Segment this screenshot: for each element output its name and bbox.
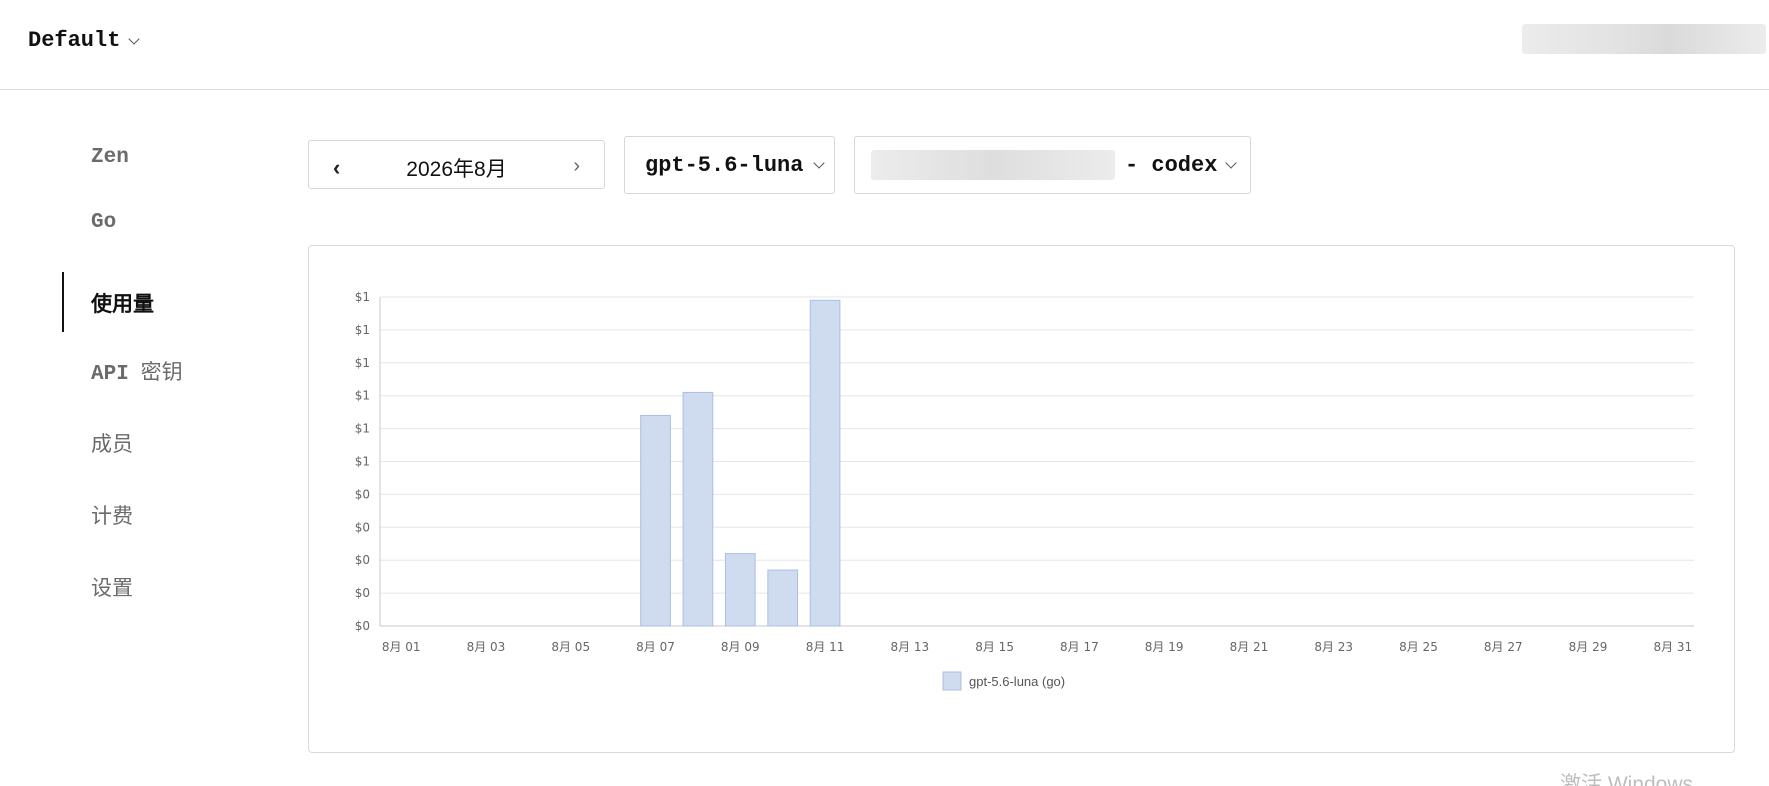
sidebar-item-go[interactable]: Go: [91, 211, 116, 234]
y-tick-label: $1: [355, 323, 370, 337]
active-indicator: [62, 272, 64, 332]
x-tick-label: 8月 25: [1399, 640, 1438, 654]
y-tick-label: $1: [355, 455, 370, 469]
usage-chart: $0 $0 $0 $0 $0 $1 $1 $1 $1 $1 $1 8月 01 8月 03 8月 05 8月 …: [355, 290, 1694, 691]
y-tick-label: $0: [355, 619, 370, 633]
bar-8月-09: [724, 553, 756, 627]
x-tick-label: 8月 19: [1145, 640, 1184, 654]
api-key-blurred: [871, 150, 1115, 180]
api-key-select[interactable]: - codex: [854, 136, 1251, 194]
x-tick-label: 8月 23: [1314, 640, 1353, 654]
usage-chart-card: $0 $0 $0 $0 $0 $1 $1 $1 $1 $1 $1 8月 01 8月 03 8月 05 8月 …: [308, 245, 1735, 753]
y-tick-label: $1: [355, 290, 370, 304]
x-tick-label: 8月 09: [721, 640, 760, 654]
x-tick-label: 8月 13: [890, 640, 929, 654]
chevron-down-icon: [1225, 157, 1238, 169]
x-tick-label: 8月 11: [806, 640, 845, 654]
x-tick-label: 8月 15: [975, 640, 1014, 654]
sidebar-item-billing[interactable]: 计费: [91, 500, 133, 530]
y-tick-label: $1: [355, 356, 370, 370]
workspace-label: Default: [28, 28, 121, 53]
sidebar-item-label: 使用量: [91, 293, 154, 316]
x-tick-label: 8月 07: [636, 640, 675, 654]
y-tick-label: $0: [355, 487, 370, 501]
sidebar-item-label: API: [91, 363, 129, 386]
chevron-down-icon: [813, 157, 826, 169]
account-blurred[interactable]: [1522, 24, 1766, 54]
chevron-down-icon: [128, 32, 141, 45]
y-tick-label: $0: [355, 553, 370, 567]
sidebar-item-label: Go: [91, 211, 117, 234]
sidebar-item-api-keys[interactable]: API 密钥: [91, 356, 183, 386]
model-value: gpt-5.6-luna: [645, 152, 804, 178]
y-tick-label: $0: [355, 586, 370, 600]
bar-8月-08: [682, 391, 714, 627]
legend-swatch: [942, 671, 962, 691]
y-tick-label: $1: [355, 422, 370, 436]
month-value: 2026年8月: [406, 158, 507, 181]
x-tick-label: 8月 17: [1060, 640, 1099, 654]
chevron-right-icon[interactable]: ›: [573, 155, 580, 178]
bar-8月-07: [640, 414, 671, 627]
activation-watermark: 激活 Windows: [1560, 773, 1694, 786]
month-picker: ‹ 2026年8月 ›: [308, 140, 605, 189]
x-tick-label: 8月 03: [467, 640, 506, 654]
sidebar-item-settings[interactable]: 设置: [91, 572, 133, 602]
sidebar-item-label: Zen: [91, 146, 129, 169]
bar-8月-10: [767, 569, 799, 627]
x-tick-label: 8月 21: [1230, 640, 1269, 654]
y-tick-label: $1: [355, 389, 370, 403]
model-select[interactable]: gpt-5.6-luna: [624, 136, 835, 194]
sidebar-item-label: 计费: [91, 505, 133, 528]
top-bar: Default: [0, 0, 1769, 90]
sidebar-item-label: 成员: [91, 433, 133, 456]
sidebar-item-zen[interactable]: Zen: [91, 146, 129, 169]
workspace-selector[interactable]: Default: [28, 28, 141, 53]
x-tick-label: 8月 01: [382, 640, 421, 654]
legend-label: gpt-5.6-luna (go): [969, 674, 1065, 689]
x-tick-label: 8月 27: [1484, 640, 1523, 654]
x-tick-label: 8月 05: [551, 640, 590, 654]
x-tick-label: 8月 29: [1569, 640, 1608, 654]
sidebar-item-usage[interactable]: 使用量: [91, 288, 154, 318]
y-tick-label: $0: [355, 520, 370, 534]
sidebar-item-label-suffix: 密钥: [140, 361, 183, 384]
x-tick-label: 8月 31: [1653, 640, 1692, 654]
api-key-suffix: - codex: [1125, 152, 1218, 178]
sidebar: Zen Go 使用量 API 密钥 成员 计费 设置: [0, 90, 290, 786]
sidebar-item-label: 设置: [91, 577, 133, 600]
sidebar-item-members[interactable]: 成员: [91, 428, 133, 458]
bar-8月-11: [809, 299, 841, 627]
